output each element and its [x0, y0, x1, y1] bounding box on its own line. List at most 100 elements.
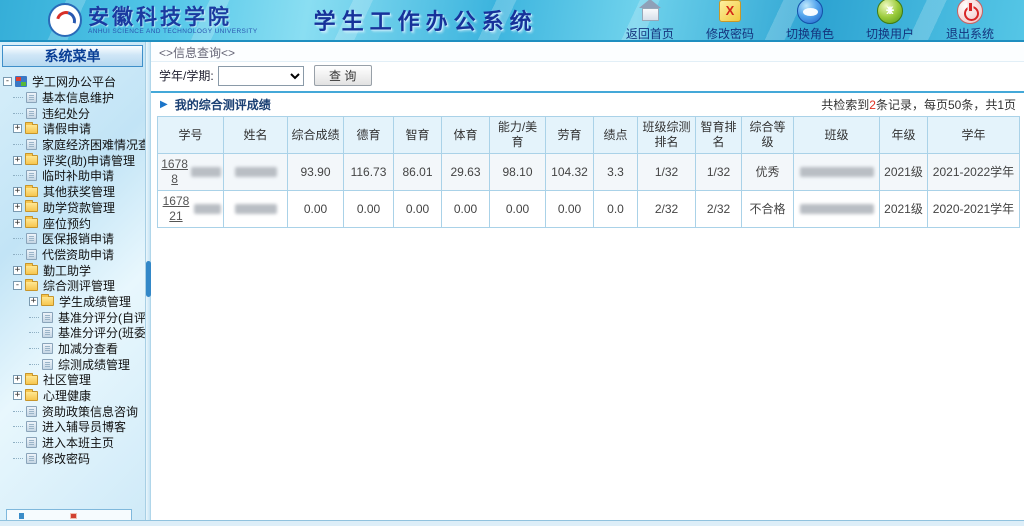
tree-toggle-icon[interactable]: +	[13, 203, 22, 212]
sidebar-item[interactable]: +社区管理	[0, 372, 145, 388]
sidebar-item[interactable]: 基本信息维护	[0, 90, 145, 106]
tree-toggle-icon[interactable]: +	[13, 124, 22, 133]
table-cell	[224, 191, 288, 228]
table-cell: 29.63	[442, 154, 490, 191]
tree-toggle-icon[interactable]: +	[13, 187, 22, 196]
doc-icon	[26, 170, 37, 181]
platform-icon	[15, 76, 27, 87]
table-cell: 优秀	[742, 154, 794, 191]
sidebar-item-label: 家庭经济困难情况查看	[42, 137, 145, 153]
sidebar-item-label: 评奖(助)申请管理	[43, 152, 135, 168]
sidebar-item[interactable]: 家庭经济困难情况查看	[0, 137, 145, 153]
doc-icon	[26, 421, 37, 432]
sidebar-item[interactable]: +心理健康	[0, 388, 145, 404]
query-button[interactable]: 查 询	[314, 65, 372, 86]
brand: 安徽科技学院 ANHUI SCIENCE AND TECHNOLOGY UNIV…	[48, 3, 258, 37]
app-window: 安徽科技学院 ANHUI SCIENCE AND TECHNOLOGY UNIV…	[0, 0, 1024, 526]
doc-icon	[26, 453, 37, 464]
student-id-link[interactable]: 16788	[160, 157, 221, 187]
table-cell: 2021级	[880, 154, 928, 191]
tree-toggle-icon[interactable]: +	[13, 391, 22, 400]
banner-action-exit[interactable]: 退出系统	[946, 0, 994, 42]
tree-connector-line	[29, 364, 39, 365]
doc-icon	[42, 343, 53, 354]
banner-action-user[interactable]: 切换用户	[866, 0, 914, 42]
banner-action-password[interactable]: 修改密码	[706, 0, 754, 42]
sidebar-item[interactable]: 修改密码	[0, 451, 145, 467]
column-header: 绩点	[594, 117, 638, 154]
table-cell: 0.0	[594, 191, 638, 228]
tree-connector-line	[13, 458, 23, 459]
tree-toggle-icon[interactable]: +	[13, 219, 22, 228]
doc-icon	[26, 139, 37, 150]
sidebar-item[interactable]: 进入辅导员博客	[0, 419, 145, 435]
tree-toggle-icon[interactable]: +	[29, 297, 38, 306]
sidebar-item[interactable]: +助学贷款管理	[0, 200, 145, 216]
column-header: 智育排名	[696, 117, 742, 154]
masked-text	[800, 204, 874, 214]
tree-toggle-icon[interactable]: +	[13, 375, 22, 384]
results-panel: ▶ 我的综合测评成绩 共检索到2条记录，每页50条，共1页 学号姓名综合成绩德育…	[151, 91, 1024, 520]
sidebar-item[interactable]: +学生成绩管理	[0, 294, 145, 310]
sidebar-item-label: 资助政策信息咨询	[42, 403, 138, 419]
folder-icon	[25, 265, 38, 275]
sidebar-item[interactable]: 违纪处分	[0, 105, 145, 121]
sidebar-item-label: 综测成绩管理	[58, 356, 130, 372]
sidebar-item[interactable]: +其他获奖管理	[0, 184, 145, 200]
sidebar-item[interactable]: 基准分评分(班委)	[0, 325, 145, 341]
body-row: 系统菜单 -学工网办公平台基本信息维护违纪处分+请假申请家庭经济困难情况查看+评…	[0, 42, 1024, 520]
sidebar-item[interactable]: 代偿资助申请	[0, 247, 145, 263]
sidebar-item[interactable]: 医保报销申请	[0, 231, 145, 247]
password-icon	[719, 0, 741, 22]
splitter-collapse-handle[interactable]	[146, 261, 151, 297]
brand-text: 安徽科技学院 ANHUI SCIENCE AND TECHNOLOGY UNIV…	[88, 6, 258, 35]
tree-connector-line	[13, 113, 23, 114]
masked-text	[235, 167, 277, 177]
table-cell	[794, 154, 880, 191]
folder-icon	[25, 391, 38, 401]
tree-toggle-icon[interactable]: -	[3, 77, 12, 86]
sidebar-item[interactable]: 综测成绩管理	[0, 356, 145, 372]
sidebar-item-label: 基本信息维护	[42, 90, 114, 106]
sidebar-item[interactable]: + 勤工助学	[0, 262, 145, 278]
tree-connector-line	[29, 317, 39, 318]
tree-toggle-icon[interactable]: +	[13, 156, 22, 165]
sidebar-item-label: 勤工助学	[43, 262, 91, 278]
record-summary-prefix: 共检索到	[821, 98, 869, 112]
window-bottom-frame	[0, 520, 1024, 526]
triangle-expand-icon[interactable]: ▶	[160, 99, 168, 110]
sidebar-item[interactable]: -综合测评管理	[0, 278, 145, 294]
sidebar-item[interactable]: 进入本班主页	[0, 435, 145, 451]
term-select[interactable]	[218, 66, 304, 86]
switch-user-icon	[877, 0, 903, 24]
column-header: 能力/美育	[490, 117, 546, 154]
tree-connector-line	[13, 144, 23, 145]
doc-icon	[42, 312, 53, 323]
student-id-text: 167821	[160, 194, 192, 224]
sidebar-item[interactable]: 加减分查看	[0, 341, 145, 357]
sidebar-item[interactable]: -学工网办公平台	[0, 74, 145, 90]
sidebar-item[interactable]: 基准分评分(自评)	[0, 309, 145, 325]
column-header: 综合成绩	[288, 117, 344, 154]
sidebar-item[interactable]: + 评奖(助)申请管理	[0, 152, 145, 168]
student-id-link[interactable]: 167821	[160, 194, 221, 224]
doc-icon	[26, 108, 37, 119]
record-count: 2	[869, 98, 876, 112]
tree-toggle-icon[interactable]: -	[13, 281, 22, 290]
table-cell: 2021-2022学年	[928, 154, 1020, 191]
banner-action-role[interactable]: 切换角色	[786, 0, 834, 42]
sidebar-item[interactable]: 临时补助申请	[0, 168, 145, 184]
sidebar-item-label: 代偿资助申请	[42, 247, 114, 263]
sidebar-item-label: 进入本班主页	[42, 435, 114, 451]
university-subtitle: ANHUI SCIENCE AND TECHNOLOGY UNIVERSITY	[88, 28, 258, 35]
table-cell	[224, 154, 288, 191]
sidebar-item[interactable]: 资助政策信息咨询	[0, 403, 145, 419]
banner-action-label: 返回首页	[626, 25, 674, 42]
banner-action-home[interactable]: 返回首页	[626, 0, 674, 42]
sidebar-item[interactable]: +请假申请	[0, 121, 145, 137]
tree-toggle-icon[interactable]: +	[13, 266, 22, 275]
sidebar-item[interactable]: +座位预约	[0, 215, 145, 231]
breadcrumb-text: <>信息查询<>	[159, 46, 235, 60]
table-cell: 1/32	[638, 154, 696, 191]
column-header: 班级	[794, 117, 880, 154]
